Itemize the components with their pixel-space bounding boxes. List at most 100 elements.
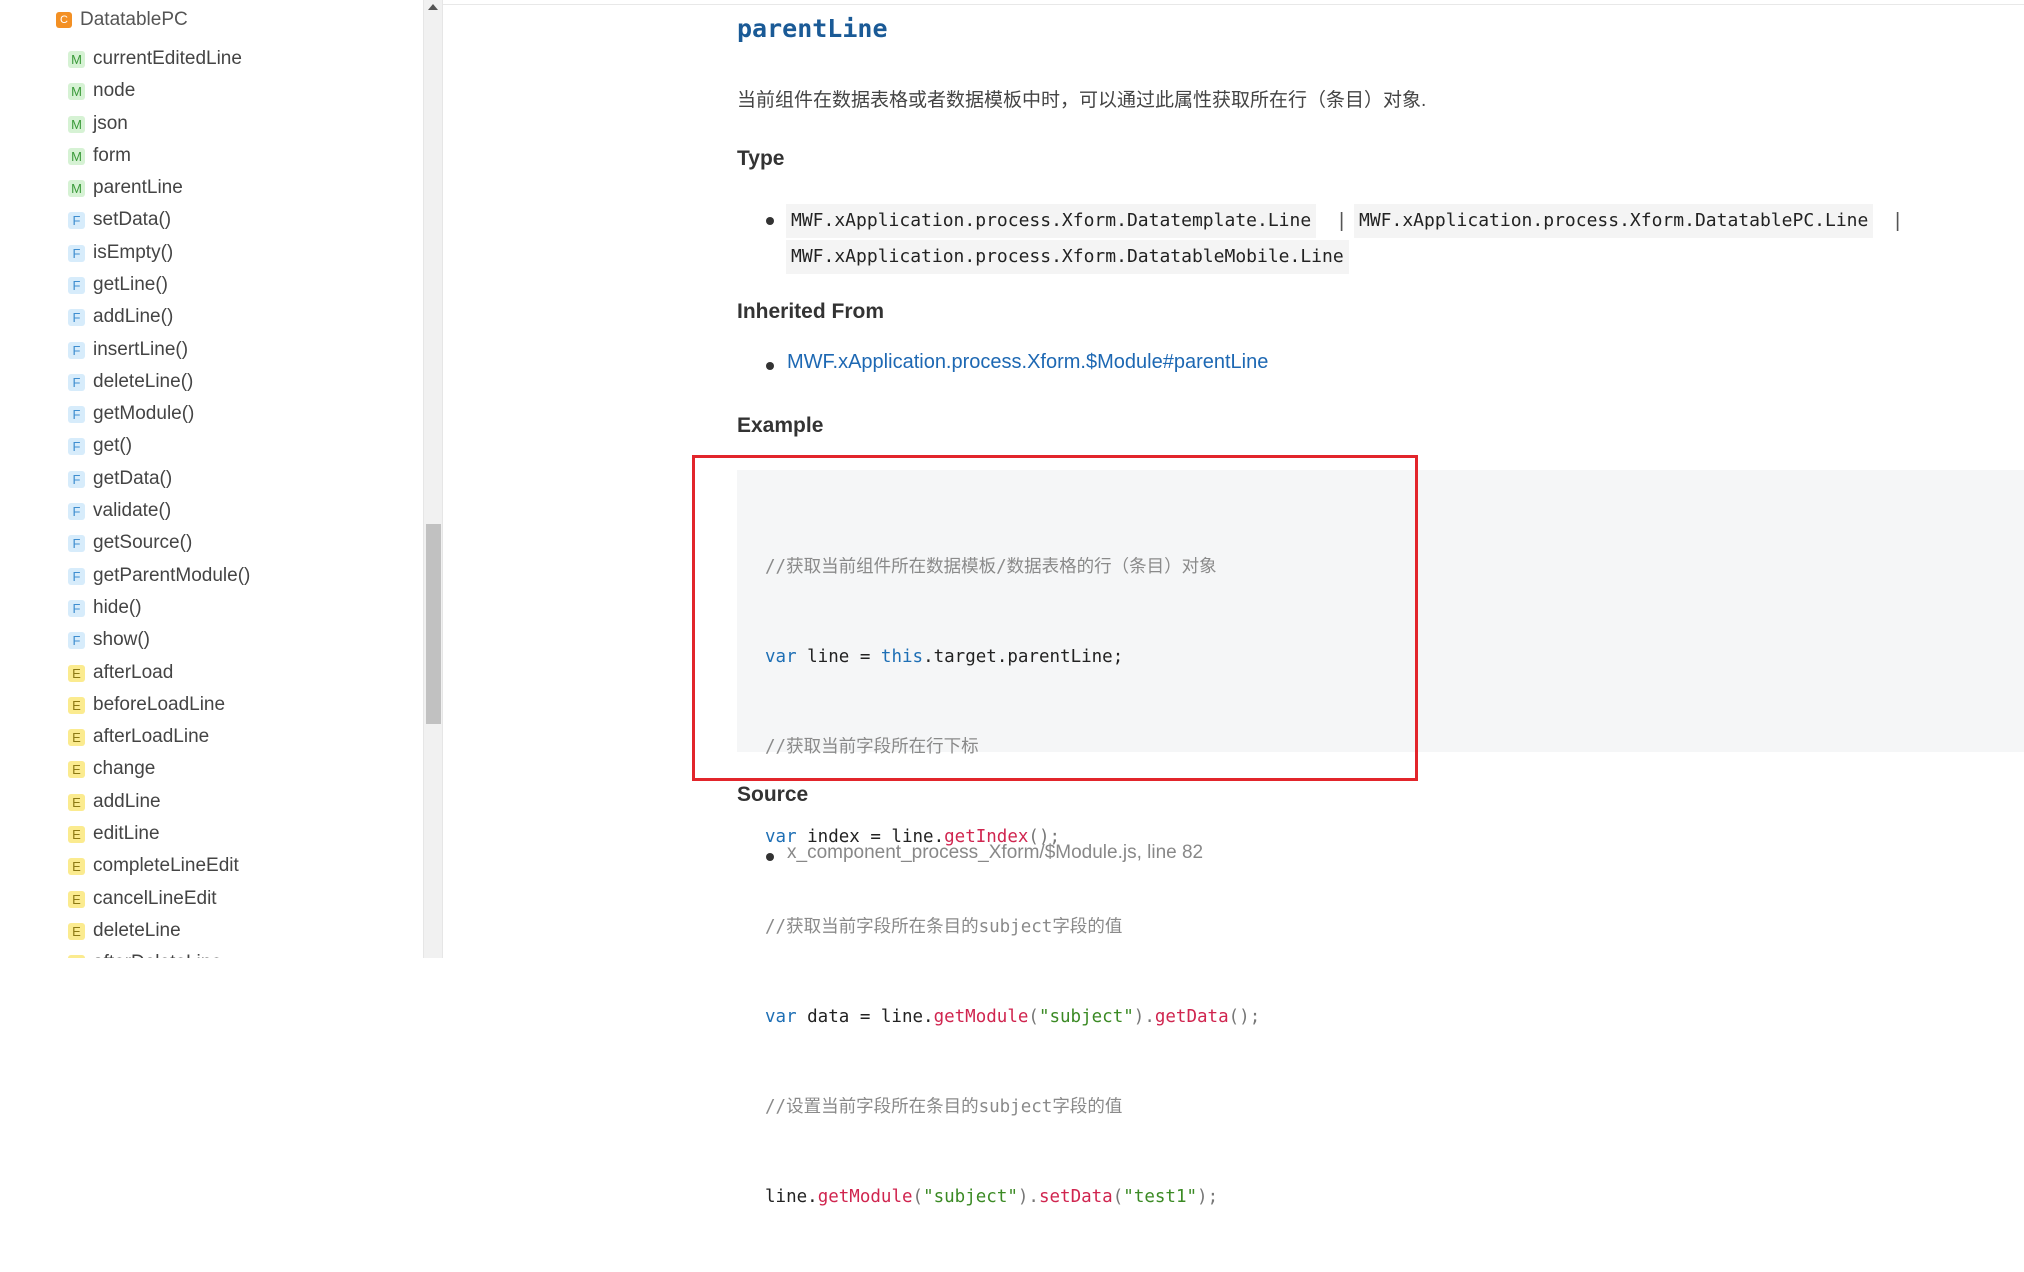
list-bullet xyxy=(766,217,774,225)
sidebar-item-label: afterLoadLine xyxy=(93,726,210,747)
function-badge-icon: F xyxy=(68,437,85,455)
sidebar-item-label: afterLoad xyxy=(93,662,174,683)
list-bullet xyxy=(766,362,774,370)
function-badge-icon: F xyxy=(68,341,85,359)
sidebar-item-addline[interactable]: F addLine() xyxy=(68,305,173,329)
sidebar-item-deleteline-event[interactable]: E deleteLine xyxy=(68,919,181,943)
sidebar-item-getsource[interactable]: F getSource() xyxy=(68,531,192,555)
sidebar-item-addline-event[interactable]: E addLine xyxy=(68,790,161,814)
divider xyxy=(443,4,2024,5)
sidebar-item-label: currentEditedLine xyxy=(93,48,242,69)
code-string: "subject" xyxy=(923,1187,1018,1207)
source-heading: Source xyxy=(737,783,809,806)
sidebar-item-getmodule[interactable]: F getModule() xyxy=(68,402,194,426)
type-separator: | xyxy=(1895,210,1901,232)
code-string: "test1" xyxy=(1123,1187,1198,1207)
annotation-highlight-box xyxy=(692,455,1418,781)
sidebar-item-getparentmodule[interactable]: F getParentModule() xyxy=(68,564,250,588)
sidebar-item-setdata[interactable]: F setData() xyxy=(68,208,171,232)
event-badge-icon: E xyxy=(68,857,85,875)
member-badge-icon: M xyxy=(68,179,85,197)
sidebar-item-isempty[interactable]: F isEmpty() xyxy=(68,241,173,265)
sidebar-item-hide[interactable]: F hide() xyxy=(68,596,142,620)
event-badge-icon: E xyxy=(68,696,85,714)
inherited-heading: Inherited From xyxy=(737,300,885,323)
event-badge-icon: E xyxy=(68,728,85,746)
sidebar-item-show[interactable]: F show() xyxy=(68,628,150,652)
function-badge-icon: F xyxy=(68,470,85,488)
scrollbar-thumb[interactable] xyxy=(426,524,441,724)
code-line: //获取当前字段所在条目的subject字段的值 xyxy=(765,912,1260,942)
event-badge-icon: E xyxy=(68,954,85,958)
sidebar-item-label: parentLine xyxy=(93,177,183,198)
member-badge-icon: M xyxy=(68,50,85,68)
sidebar-item-label: DatatablePC xyxy=(80,9,188,30)
sidebar-item-node[interactable]: M node xyxy=(68,79,135,103)
code-punctuation: ). xyxy=(1133,1007,1155,1027)
sidebar-item-deleteline[interactable]: F deleteLine() xyxy=(68,370,193,394)
sidebar-item-label: getData() xyxy=(93,468,173,489)
code-punctuation: ( xyxy=(1028,1007,1039,1027)
event-badge-icon: E xyxy=(68,922,85,940)
sidebar-item-label: getParentModule() xyxy=(93,565,251,586)
sidebar-item-getdata[interactable]: F getData() xyxy=(68,467,172,491)
sidebar-item-label: json xyxy=(93,113,128,134)
sidebar-item-afterload[interactable]: E afterLoad xyxy=(68,661,173,685)
sidebar-item-label: isEmpty() xyxy=(93,242,174,263)
sidebar-item-getline[interactable]: F getLine() xyxy=(68,273,168,297)
member-badge-icon: M xyxy=(68,147,85,165)
type-code-1: MWF.xApplication.process.Xform.Datatempl… xyxy=(786,204,1317,238)
sidebar-item-change[interactable]: E change xyxy=(68,757,155,781)
code-text: data = line. xyxy=(796,1007,934,1027)
code-line: var data = line.getModule("subject").get… xyxy=(765,1002,1260,1032)
main-content: parentLine 当前组件在数据表格或者数据模板中时，可以通过此属性获取所在… xyxy=(443,0,2024,1207)
sidebar-item-validate[interactable]: F validate() xyxy=(68,499,171,523)
sidebar-item-get[interactable]: F get() xyxy=(68,434,132,458)
code-line: line.getModule("subject").setData("test1… xyxy=(765,1182,1260,1212)
sidebar-item-afterloadline[interactable]: E afterLoadLine xyxy=(68,725,209,749)
sidebar-item-parentline[interactable]: M parentLine xyxy=(68,176,183,200)
code-string: "subject" xyxy=(1038,1007,1134,1027)
sidebar-item-label: hide() xyxy=(93,597,142,618)
class-badge-icon: C xyxy=(56,12,72,28)
code-function: getModule xyxy=(933,1007,1029,1027)
sidebar-scrollbar[interactable] xyxy=(423,0,443,958)
sidebar-class-datatablepc[interactable]: C DatatablePC xyxy=(56,8,188,32)
sidebar-item-label: beforeLoadLine xyxy=(93,694,226,715)
event-badge-icon: E xyxy=(68,825,85,843)
sidebar-item-form[interactable]: M form xyxy=(68,144,131,168)
sidebar-item-label: addLine xyxy=(93,791,161,812)
sidebar-item-label: setData() xyxy=(93,209,172,230)
sidebar-item-json[interactable]: M json xyxy=(68,112,128,136)
sidebar-item-label: addLine() xyxy=(93,306,174,327)
function-badge-icon: F xyxy=(68,502,85,520)
sidebar-item-currenteditedline[interactable]: M currentEditedLine xyxy=(68,47,242,71)
function-badge-icon: F xyxy=(68,308,85,326)
sidebar-item-insertline[interactable]: F insertLine() xyxy=(68,338,188,362)
function-badge-icon: F xyxy=(68,599,85,617)
sidebar-item-label: change xyxy=(93,758,156,779)
scroll-up-arrow-icon[interactable] xyxy=(428,4,438,10)
sidebar-item-completelineedit[interactable]: E completeLineEdit xyxy=(68,854,239,878)
function-badge-icon: F xyxy=(68,405,85,423)
sidebar-item-label: getSource() xyxy=(93,532,193,553)
sidebar-item-label: deleteLine() xyxy=(93,371,194,392)
code-punctuation: ); xyxy=(1197,1187,1219,1207)
sidebar-item-beforeloadline[interactable]: E beforeLoadLine xyxy=(68,693,225,717)
event-badge-icon: E xyxy=(68,890,85,908)
sidebar-item-label: deleteLine xyxy=(93,920,181,941)
sidebar-nav: C DatatablePC M currentEditedLine M node… xyxy=(0,0,424,958)
example-heading: Example xyxy=(737,414,824,437)
type-code-2: MWF.xApplication.process.Xform.Datatable… xyxy=(1354,204,1874,238)
member-badge-icon: M xyxy=(68,82,85,100)
function-badge-icon: F xyxy=(68,567,85,585)
function-badge-icon: F xyxy=(68,631,85,649)
sidebar-item-editline[interactable]: E editLine xyxy=(68,822,160,846)
sidebar-item-afterdeleteline[interactable]: E afterDeleteLine xyxy=(68,951,222,958)
inherited-from-link[interactable]: MWF.xApplication.process.Xform.$Module#p… xyxy=(787,351,1268,374)
event-badge-icon: E xyxy=(68,760,85,778)
sidebar-item-cancellineedit[interactable]: E cancelLineEdit xyxy=(68,887,217,911)
function-badge-icon: F xyxy=(68,244,85,262)
sidebar-item-label: getLine() xyxy=(93,274,168,295)
sidebar-item-label: node xyxy=(93,80,136,101)
